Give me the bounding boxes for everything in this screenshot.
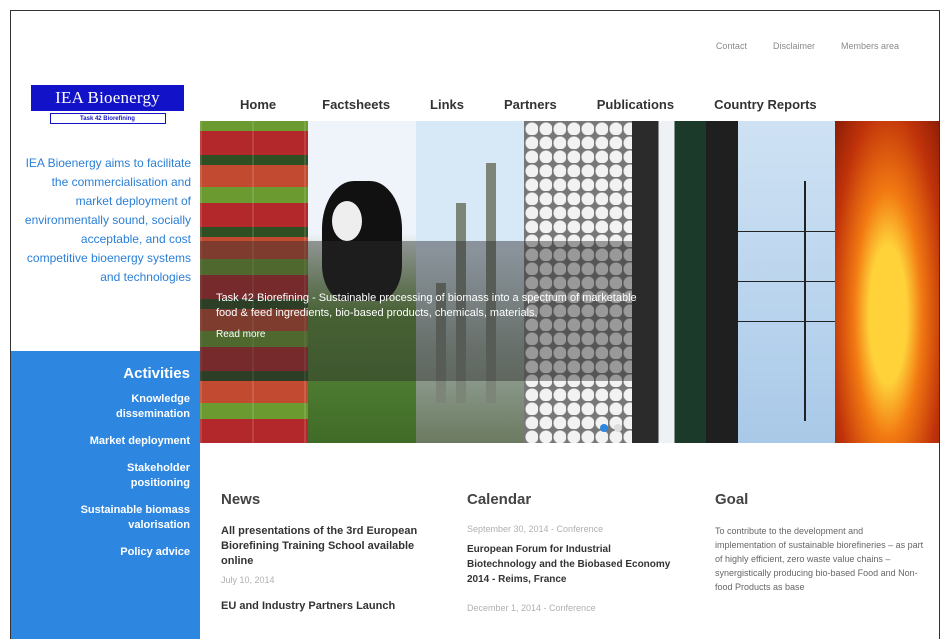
top-link-contact[interactable]: Contact [716,41,747,51]
calendar-heading: Calendar [467,491,532,508]
news-section: News All presentations of the 3rd Europe… [221,491,431,614]
top-link-members-area[interactable]: Members area [841,41,899,51]
banner-power-pylon-image [738,121,835,443]
banner-fire-image [835,121,939,443]
nav-country-reports[interactable]: Country Reports [714,97,817,112]
news-item-date: July 10, 2014 [221,575,275,585]
nav-partners[interactable]: Partners [504,97,557,112]
calendar-item-title[interactable]: European Forum for Industrial Biotechnol… [467,542,677,587]
main-nav: Home Factsheets Links Partners Publicati… [231,97,817,112]
banner-pager-dot[interactable] [614,424,622,432]
logo-subtitle: Task 42 Biorefining [49,113,166,124]
sidebar-item-policy-advice[interactable]: Policy advice [11,545,190,560]
banner-caption: Task 42 Biorefining - Sustainable proces… [200,241,652,381]
sidebar-item-sustainable-biomass-valorisation[interactable]: Sustainable biomass valorisation [11,503,190,533]
nav-home[interactable]: Home [240,97,276,112]
top-links: Contact Disclaimer Members area [716,41,899,51]
logo-title: IEA Bioenergy [31,85,184,111]
banner-caption-text: Task 42 Biorefining - Sustainable proces… [216,292,637,319]
activities-sidebar: Activities Knowledge dissemination Marke… [11,351,200,639]
page-frame: Contact Disclaimer Members area IEA Bioe… [10,10,940,639]
calendar-section: Calendar September 30, 2014 - Conference… [467,491,677,621]
top-link-disclaimer[interactable]: Disclaimer [773,41,815,51]
sidebar-title: Activities [123,365,190,382]
sidebar-item-knowledge-dissemination[interactable]: Knowledge dissemination [11,392,190,422]
tagline: IEA Bioenergy aims to facilitate the com… [24,156,191,284]
news-item-title[interactable]: EU and Industry Partners Launch [221,599,431,614]
nav-publications[interactable]: Publications [597,97,674,112]
calendar-item-meta: December 1, 2014 - Conference [467,603,596,613]
hero-banner[interactable]: Task 42 Biorefining - Sustainable proces… [200,121,939,443]
nav-links[interactable]: Links [430,97,464,112]
goal-text: To contribute to the development and imp… [715,526,924,592]
calendar-item-meta: September 30, 2014 - Conference [467,524,604,534]
sidebar-item-stakeholder-positioning[interactable]: Stakeholder positioning [11,461,190,491]
logo[interactable]: IEA Bioenergy Task 42 Biorefining [31,85,184,124]
nav-factsheets[interactable]: Factsheets [322,97,390,112]
banner-pager-dot[interactable] [600,424,608,432]
goal-heading: Goal [715,491,749,508]
banner-read-more-link[interactable]: Read more [216,327,638,342]
news-item-title[interactable]: All presentations of the 3rd European Bi… [221,524,431,569]
banner-pager [600,424,622,432]
sidebar-item-market-deployment[interactable]: Market deployment [11,434,190,449]
news-heading: News [221,491,261,508]
goal-section: Goal To contribute to the development an… [715,491,925,594]
